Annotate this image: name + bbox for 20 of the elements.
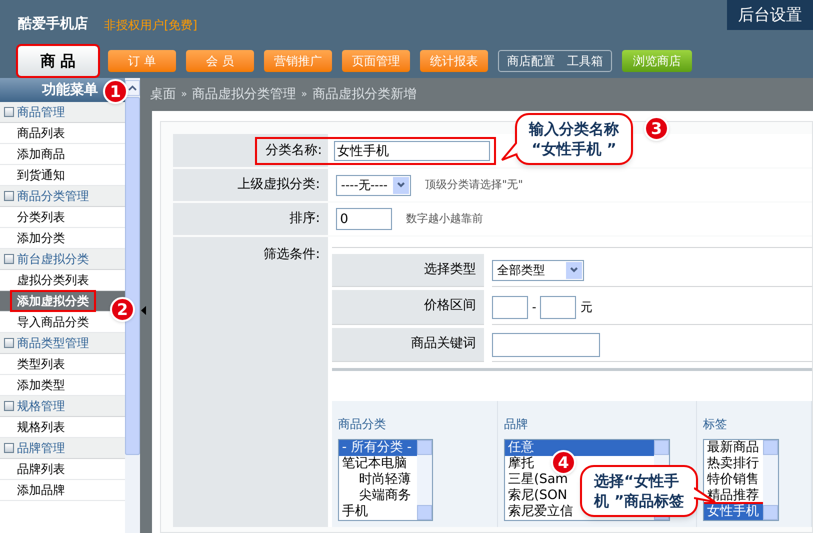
unit-text: 元 <box>580 299 592 316</box>
shop-name: 酷爱手机店 <box>18 14 88 34</box>
field-label: 分类名称: <box>264 142 323 160</box>
hint-text: 数字越小越靠前 <box>406 210 483 227</box>
label-cell: 筛选条件: <box>173 237 328 527</box>
list-title: 商品分类 <box>338 416 387 433</box>
filter-label: 价格区间 <box>332 290 484 325</box>
callout-tooltip: 输入分类名称 “女性手机 ” <box>515 113 633 165</box>
breadcrumb-separator: » <box>181 88 188 102</box>
breadcrumb-separator: » <box>301 88 308 102</box>
field-label: 上级虚拟分类: <box>173 169 328 201</box>
license-text: 非授权用户[免费] <box>104 17 198 34</box>
filter-label: 商品关键词 <box>332 328 484 362</box>
field-label: 排序: <box>173 203 328 235</box>
callout-tooltip: 选择“女性手 机 ”商品标签 <box>580 465 698 517</box>
filter-label: 选择类型 <box>332 254 484 287</box>
hint-text: 顶级分类请选择"无" <box>425 176 524 193</box>
list-title: 品牌 <box>504 416 529 433</box>
range-separator: - <box>532 299 536 316</box>
list-title: 标签 <box>703 416 728 433</box>
